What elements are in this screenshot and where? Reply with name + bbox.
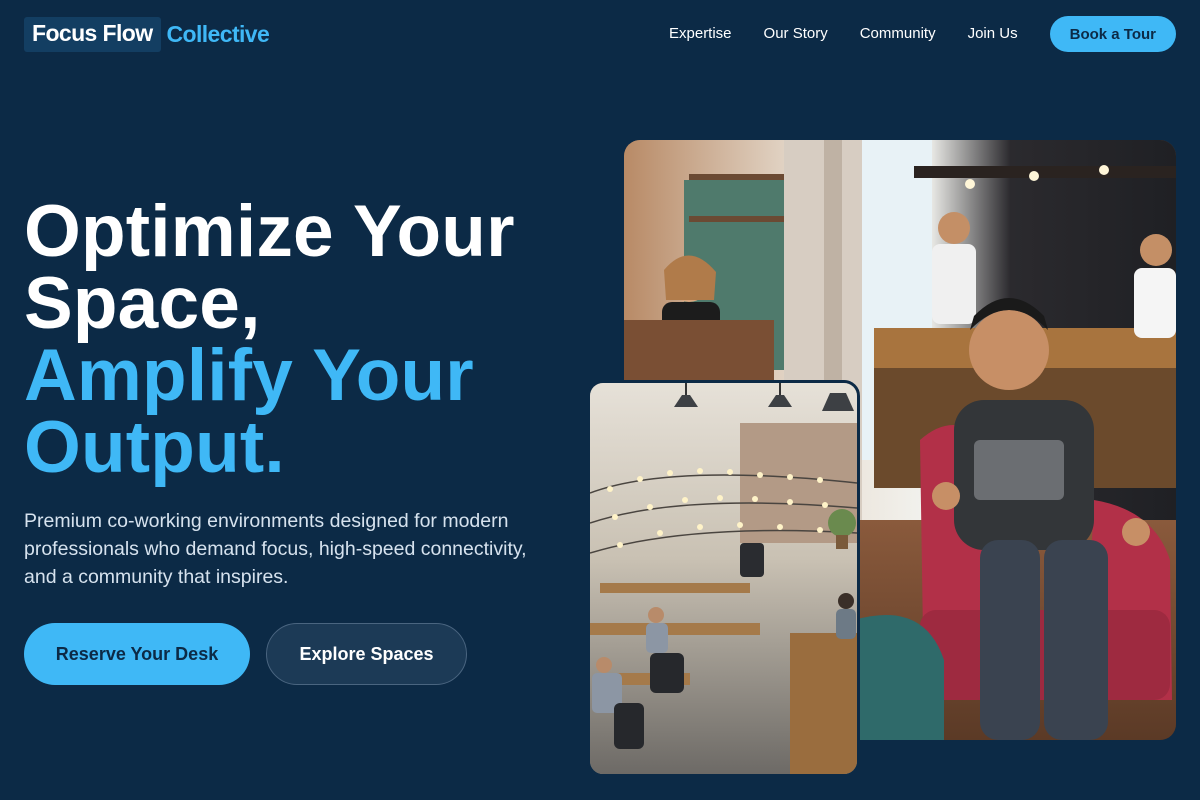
- hero-title-accent-line-1: Amplify Your: [24, 335, 474, 416]
- nav-link-expertise[interactable]: Expertise: [669, 24, 732, 44]
- hero-title-line-1: Optimize Your: [24, 191, 515, 272]
- hero-description: Premium co-working environments designed…: [24, 510, 527, 588]
- hero-title: Optimize Your Space, Amplify Your Output…: [24, 191, 584, 488]
- landing-page: Focus Flow Collective Expertise Our Stor…: [0, 0, 1200, 800]
- reserve-desk-button[interactable]: Reserve Your Desk: [24, 623, 250, 685]
- logo-accent-text: Collective: [166, 20, 270, 47]
- nav-link-community[interactable]: Community: [860, 24, 936, 44]
- site-header: Focus Flow Collective Expertise Our Stor…: [0, 0, 1200, 68]
- book-tour-button[interactable]: Book a Tour: [1049, 16, 1176, 52]
- nav-link-join-us[interactable]: Join Us: [968, 24, 1018, 44]
- explore-spaces-button[interactable]: Explore Spaces: [266, 623, 467, 685]
- hero-title-line-2: Space,: [24, 263, 261, 344]
- hero-title-accent-line-2: Output.: [24, 407, 285, 488]
- nav-link-our-story[interactable]: Our Story: [764, 24, 828, 44]
- open-office-illustration: [590, 383, 857, 774]
- open-office-image: [587, 380, 860, 777]
- logo-primary-text: Focus Flow: [24, 16, 161, 52]
- main-nav: Expertise Our Story Community Join Us Bo…: [669, 16, 1176, 52]
- brand-logo[interactable]: Focus Flow Collective: [24, 16, 270, 52]
